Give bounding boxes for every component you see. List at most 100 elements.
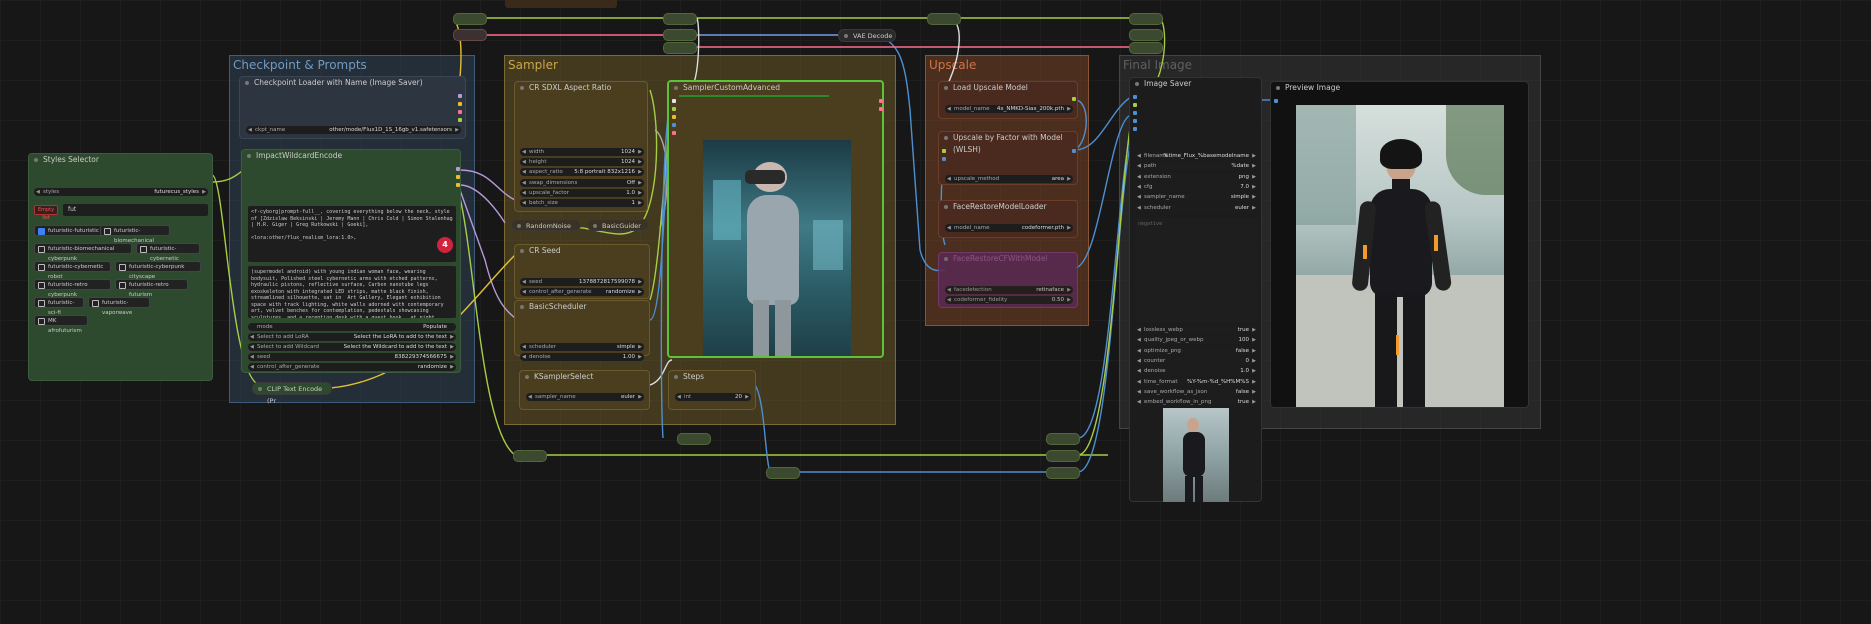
output-slot[interactable]	[879, 107, 883, 111]
output-slot[interactable]	[456, 183, 460, 187]
optimize-png-widget[interactable]: optimize_png false	[1135, 346, 1258, 355]
input-slot[interactable]	[1133, 103, 1137, 107]
style-option-checkbox[interactable]: futuristic-vaporwave	[88, 297, 150, 316]
upscale-factor-widget[interactable]: upscale_factor 1.0	[520, 188, 644, 197]
impact-wildcard-encode-node[interactable]: ImpactWildcardEncode <f-cyborg|prompt-fu…	[241, 149, 461, 373]
lossless-webp-widget[interactable]: lossless_webp true	[1135, 326, 1258, 334]
random-noise-node[interactable]: RandomNoise	[511, 219, 581, 231]
output-slot[interactable]	[1072, 97, 1076, 101]
codeformer-fidelity-widget[interactable]: codeformer_fidelity 0.50	[945, 296, 1073, 304]
styles-dropdown[interactable]: styles futurecus_styles	[34, 188, 208, 196]
styles-selector-node[interactable]: Styles Selector styles futurecus_styles E…	[28, 153, 213, 381]
scheduler-widget[interactable]: scheduler euler	[1135, 203, 1258, 212]
face-restore-node[interactable]: FaceRestoreCFWithModel facedetection reti…	[938, 252, 1078, 308]
sampler-name-dropdown[interactable]: sampler_name euler	[526, 393, 644, 401]
control-after-generate-dropdown[interactable]: control_after_generate randomize	[248, 363, 456, 371]
input-slot[interactable]	[942, 149, 946, 153]
input-slot[interactable]	[672, 99, 676, 103]
reroute-node[interactable]	[663, 13, 697, 25]
output-slot[interactable]	[879, 99, 883, 103]
input-slot[interactable]	[1133, 111, 1137, 115]
steps-node[interactable]: Steps int 20	[668, 370, 756, 410]
node-graph-canvas[interactable]: Checkpoint & Prompts Sampler Upscale Fin…	[0, 0, 1871, 624]
cr-seed-node[interactable]: CR Seed seed 1378872817599078 control_aft…	[514, 244, 650, 299]
checkpoint-loader-node[interactable]: Checkpoint Loader with Name (Image Saver…	[239, 76, 466, 139]
input-slot[interactable]	[672, 115, 676, 119]
reroute-node[interactable]	[513, 450, 547, 462]
sampler-name-widget[interactable]: sampler_name simple	[1135, 193, 1258, 202]
partial-image-node[interactable]	[505, 0, 617, 8]
swap-dimensions-widget[interactable]: swap_dimensions Off	[520, 178, 644, 187]
negative-prompt-input[interactable]: negative	[1135, 218, 1258, 322]
vae-decode-node[interactable]: VAE Decode	[838, 29, 896, 42]
aspect-ratio-widget[interactable]: aspect_ratio 5:8 portrait 832x1216	[520, 168, 644, 177]
batch-size-widget[interactable]: batch_size 1	[520, 199, 644, 207]
extension-widget[interactable]: extension png	[1135, 172, 1258, 181]
reroute-node[interactable]	[677, 433, 711, 445]
input-slot[interactable]	[1133, 119, 1137, 123]
seed-number[interactable]: seed 1378872817599078	[520, 278, 644, 286]
filename-widget[interactable]: filename%time_Flux_%basemodelname	[1135, 152, 1258, 160]
reroute-node[interactable]	[1046, 450, 1080, 462]
input-slot[interactable]	[672, 123, 676, 127]
style-option-checkbox[interactable]: futuristic-sci-fi	[34, 297, 84, 316]
upscale-by-factor-node[interactable]: Upscale by Factor with Model (WLSH) upsc…	[938, 131, 1078, 185]
style-option-checkbox[interactable]: futuristic-biomechanical cyberpunk	[34, 243, 132, 262]
control-after-generate-dropdown[interactable]: control_after_generate randomize	[520, 288, 644, 296]
output-slot[interactable]	[458, 102, 462, 106]
seed-number[interactable]: seed 838229374566675	[248, 353, 456, 361]
denoise-widget[interactable]: denoise 1.00	[520, 353, 644, 361]
populated-text-output[interactable]: (supermodel android) with young indian w…	[248, 266, 456, 318]
denoise-widget[interactable]: denoise 1.0	[1135, 367, 1258, 376]
style-option-checkbox[interactable]: futuristic-futuristic	[34, 225, 106, 236]
save-workflow-as-json-widget[interactable]: save_workflow_as_json false	[1135, 387, 1258, 396]
filter-input[interactable]: fut	[63, 204, 208, 216]
reroute-node[interactable]	[1046, 467, 1080, 479]
input-slot[interactable]	[672, 107, 676, 111]
style-option-checkbox[interactable]: futuristic-cybernetic	[136, 243, 200, 262]
input-slot[interactable]	[942, 157, 946, 161]
clip-text-encode-node[interactable]: CLIP Text Encode (Pr	[252, 382, 332, 405]
basic-guider-node[interactable]: BasicGuider	[587, 219, 649, 231]
output-slot[interactable]	[1072, 149, 1076, 153]
model-name-dropdown[interactable]: model_name 4x_NMKD-Siax_200k.pth	[945, 105, 1073, 113]
reroute-node[interactable]	[1129, 29, 1163, 41]
ksampler-select-node[interactable]: KSamplerSelect sampler_name euler	[519, 370, 650, 410]
reroute-node[interactable]	[1129, 13, 1163, 25]
style-option-checkbox[interactable]: futuristic-cybernetic robot	[34, 261, 111, 280]
input-slot[interactable]	[1274, 99, 1278, 103]
reroute-node[interactable]	[453, 29, 487, 41]
lora-select[interactable]: Select to add LoRA Select the LoRA to add…	[248, 333, 456, 341]
wildcard-text-input[interactable]: <f-cyborg|prompt-full__, covering everyt…	[248, 206, 456, 262]
ckpt-name-dropdown[interactable]: ckpt_name other/mode/Flux1D_1S_16gb_v1.sa…	[246, 126, 461, 134]
counter-widget[interactable]: counter 0	[1135, 356, 1258, 365]
style-option-checkbox[interactable]: futuristic-retro cyberpunk	[34, 279, 111, 298]
output-slot[interactable]	[456, 175, 460, 179]
upscale-method-dropdown[interactable]: upscale_method area	[945, 175, 1073, 183]
width-widget[interactable]: width 1024	[520, 148, 644, 156]
mode-toggle[interactable]: mode Populate	[248, 323, 456, 331]
style-option-checkbox[interactable]: MK afrofuturism	[34, 315, 88, 334]
quality-jpeg-or-webp-widget[interactable]: quality_jpeg_or_webp 100	[1135, 336, 1258, 345]
basic-scheduler-node[interactable]: BasicScheduler scheduler simple denoise 1.0…	[514, 300, 650, 361]
output-slot[interactable]	[458, 94, 462, 98]
reroute-node[interactable]	[663, 29, 697, 41]
wildcard-select[interactable]: Select to add Wildcard Select the Wildcar…	[248, 343, 456, 351]
reroute-node[interactable]	[453, 13, 487, 25]
steps-number[interactable]: int 20	[675, 393, 751, 401]
input-slot[interactable]	[1133, 127, 1137, 131]
output-slot[interactable]	[456, 167, 460, 171]
image-saver-node[interactable]: Image Saver negative filename%time_Flux_…	[1129, 77, 1262, 502]
sampler-custom-advanced-node[interactable]: SamplerCustomAdvanced	[667, 80, 884, 358]
embed-workflow-in-png-widget[interactable]: embed_workflow_in_png true	[1135, 398, 1258, 407]
height-widget[interactable]: height 1024	[520, 158, 644, 167]
scheduler-widget[interactable]: scheduler simple	[520, 343, 644, 351]
model-name-dropdown[interactable]: model_name codeformer.pth	[945, 224, 1073, 232]
path-widget[interactable]: path %date	[1135, 162, 1258, 171]
cfg-widget[interactable]: cfg 7.0	[1135, 182, 1258, 191]
style-option-checkbox[interactable]: futuristic-retro futurism	[115, 279, 188, 298]
style-option-checkbox[interactable]: futuristic-biomechanical	[100, 225, 170, 244]
reroute-node[interactable]	[1046, 433, 1080, 445]
preview-image-node[interactable]: Preview Image	[1270, 81, 1529, 408]
input-slot[interactable]	[672, 131, 676, 135]
